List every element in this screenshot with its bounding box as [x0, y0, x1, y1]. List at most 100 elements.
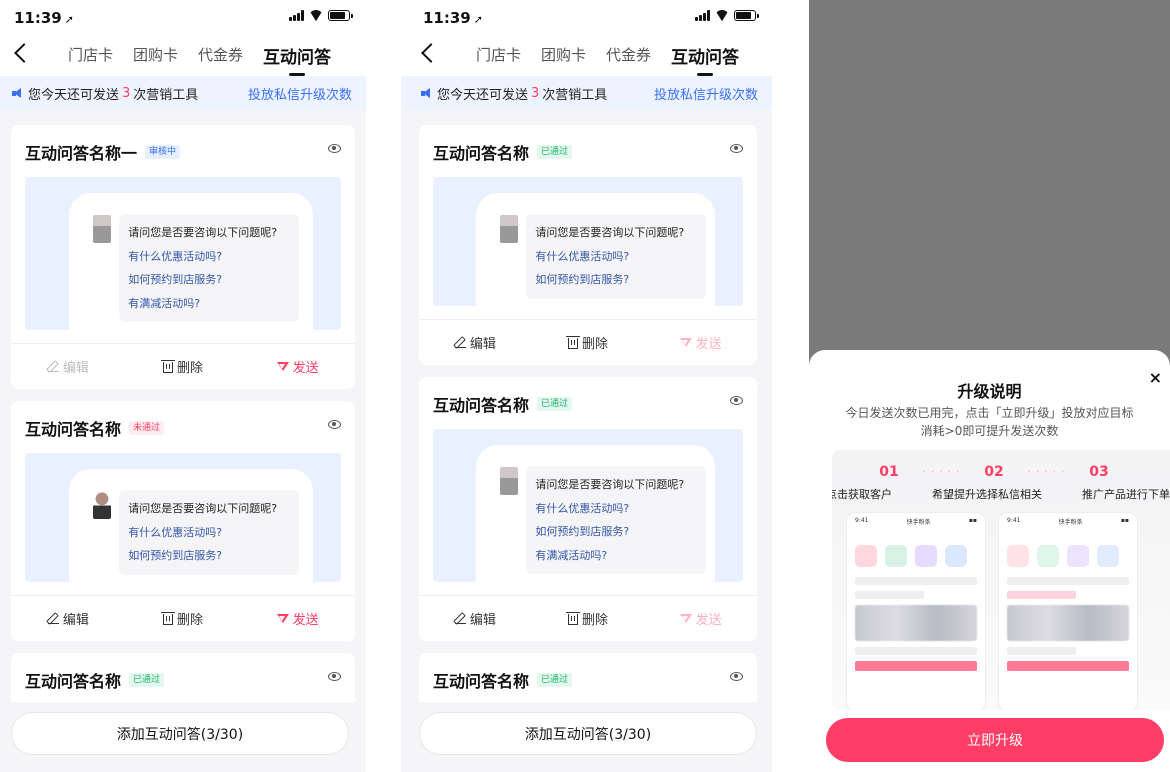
trash-icon — [566, 612, 580, 625]
upgrade-steps: 01 · · · · · 02 · · · · · 03 点击获取客户 希望提升… — [832, 450, 1170, 710]
status-badge: 审核中 — [145, 145, 181, 159]
qa-card-title: 互动问答名称 已通过 — [433, 140, 573, 164]
status-icons — [289, 10, 353, 21]
mini-row — [855, 647, 977, 655]
question-option: 有什么优惠活动吗? — [535, 249, 630, 263]
qa-card: 互动问答名称一 审核中 请问您是否要咨询以下问题呢? 有什么优惠活动吗? 如何预约… — [11, 125, 355, 389]
status-badge: 已通过 — [537, 673, 573, 687]
avatar — [500, 215, 519, 243]
battery-icon — [734, 10, 759, 21]
phone-preview-frame: 请问您是否要咨询以下问题呢? 有什么优惠活动吗? 如何预约到店服务? — [476, 193, 716, 306]
delete-button[interactable]: 删除 — [532, 609, 645, 628]
delete-button[interactable]: 删除 — [126, 357, 241, 376]
upgrade-link[interactable]: 投放私信升级次数 — [654, 84, 758, 103]
qa-card: 互动问答名称 未通过 请问您是否要咨询以下问题呢? 有什么优惠活动吗? 如何预约到… — [11, 401, 355, 641]
send-button[interactable]: 发送 — [240, 609, 355, 628]
battery-icon — [328, 10, 353, 21]
edit-button[interactable]: 编辑 — [11, 609, 126, 628]
tab-bar: 门店卡 团购卡 代金券 互动问答 — [68, 43, 331, 76]
send-button[interactable]: 发送 — [240, 357, 355, 376]
speaker-icon — [12, 88, 22, 98]
phone-preview-frame: 请问您是否要咨询以下问题呢? 有什么优惠活动吗? 如何预约到店服务? 有满减活动… — [69, 193, 313, 330]
qa-card-title: 互动问答名称 已通过 — [25, 668, 165, 692]
pencil-icon — [454, 337, 466, 348]
tab-interactive-qa[interactable]: 互动问答 — [263, 43, 331, 76]
tab-store-card[interactable]: 门店卡 — [68, 44, 113, 69]
tab-voucher[interactable]: 代金券 — [606, 44, 651, 69]
trash-icon — [566, 336, 580, 349]
status-badge: 已通过 — [537, 397, 573, 411]
status-badge: 已通过 — [537, 145, 573, 159]
eye-icon[interactable] — [328, 420, 341, 429]
eye-icon[interactable] — [730, 396, 743, 405]
tab-interactive-qa[interactable]: 互动问答 — [671, 43, 739, 76]
eye-icon[interactable] — [730, 144, 743, 153]
qa-card-title: 互动问答名称 未通过 — [25, 416, 165, 440]
step-divider: · · · · · — [922, 467, 961, 478]
delete-button[interactable]: 删除 — [126, 609, 241, 628]
edit-button[interactable]: 编辑 — [11, 357, 126, 376]
avatar — [500, 467, 519, 495]
edit-button[interactable]: 编辑 — [419, 333, 532, 352]
eye-icon[interactable] — [328, 672, 341, 681]
status-badge: 已通过 — [129, 673, 165, 687]
step-number: 01 — [879, 464, 899, 480]
question-bubble: 请问您是否要咨询以下问题呢? 有什么优惠活动吗? 如何预约到店服务? 有满减活动… — [119, 214, 300, 322]
send-icon — [679, 338, 692, 347]
notice-bar: 您今天还可发送 3 次营销工具 投放私信升级次数 — [0, 76, 366, 110]
mini-bar — [1007, 661, 1129, 671]
notice-suffix: 次营销工具 — [542, 87, 608, 103]
qa-card-title: 互动问答名称一 审核中 — [25, 140, 181, 164]
notice-bar: 您今天还可发送 3 次营销工具 投放私信升级次数 — [401, 76, 772, 110]
question-option: 如何预约到店服务? — [535, 525, 630, 538]
notice-count: 3 — [531, 85, 540, 101]
bottom-bar: 添加互动问答(3/30) — [401, 702, 772, 772]
phone-preview-frame: 请问您是否要咨询以下问题呢? 有什么优惠活动吗? 如何预约到店服务? — [69, 469, 313, 582]
tab-voucher[interactable]: 代金券 — [198, 44, 243, 69]
qa-card-title: 互动问答名称 已通过 — [433, 668, 573, 692]
status-badge: 未通过 — [129, 421, 165, 435]
avatar — [93, 491, 112, 519]
question-option: 有什么优惠活动吗? — [535, 501, 630, 515]
edit-button[interactable]: 编辑 — [419, 609, 532, 628]
step-divider: · · · · · — [1027, 467, 1066, 478]
notice-count: 3 — [122, 85, 131, 101]
card-actions: 编辑 删除 发送 — [11, 595, 355, 641]
question-text: 请问您是否要咨询以下问题呢? — [128, 226, 278, 239]
signal-icon — [289, 10, 304, 21]
step-labels: 点击获取客户 希望提升选择私信相关 推广产品进行下单 — [832, 486, 1170, 502]
add-qa-button[interactable]: 添加互动问答(3/30) — [419, 712, 757, 755]
back-icon[interactable] — [421, 43, 441, 63]
question-bubble: 请问您是否要咨询以下问题呢? 有什么优惠活动吗? 如何预约到店服务? — [526, 214, 707, 299]
step-screenshot: 9:41 快手粉条 ▪▪ — [998, 512, 1138, 710]
tab-store-card[interactable]: 门店卡 — [476, 44, 521, 69]
upgrade-link[interactable]: 投放私信升级次数 — [248, 84, 352, 103]
upgrade-sheet: × 升级说明 今日发送次数已用完，点击「立即升级」投放对应目标 消耗>0即可提升… — [809, 350, 1170, 772]
question-bubble: 请问您是否要咨询以下问题呢? 有什么优惠活动吗? 如何预约到店服务? — [119, 490, 300, 575]
status-bar: 11:39 ➚ — [401, 0, 772, 34]
step-label: 推广产品进行下单 — [1082, 488, 1170, 501]
question-bubble: 请问您是否要咨询以下问题呢? 有什么优惠活动吗? 如何预约到店服务? 有满减活动… — [526, 466, 707, 574]
back-icon[interactable] — [14, 43, 34, 63]
eye-icon[interactable] — [730, 672, 743, 681]
location-icon: ➚ — [64, 13, 74, 26]
tab-group-card[interactable]: 团购卡 — [133, 44, 178, 69]
pencil-icon — [47, 613, 59, 624]
tab-group-card[interactable]: 团购卡 — [541, 44, 586, 69]
mini-row — [1007, 577, 1129, 585]
mini-row — [855, 577, 977, 585]
send-button[interactable]: 发送 — [644, 609, 757, 628]
delete-button[interactable]: 删除 — [532, 333, 645, 352]
upgrade-now-button[interactable]: 立即升级 — [826, 718, 1164, 762]
question-option: 有满减活动吗? — [128, 296, 201, 310]
send-button[interactable]: 发送 — [644, 333, 757, 352]
mini-icon-row — [999, 541, 1137, 571]
speaker-icon — [421, 88, 431, 98]
mini-image — [855, 605, 977, 641]
add-qa-button[interactable]: 添加互动问答(3/30) — [11, 712, 349, 755]
send-icon — [276, 614, 289, 623]
step-label: 希望提升选择私信相关 — [932, 488, 1042, 501]
eye-icon[interactable] — [328, 144, 341, 153]
location-icon: ➚ — [473, 13, 483, 26]
step-number: 02 — [984, 464, 1004, 480]
